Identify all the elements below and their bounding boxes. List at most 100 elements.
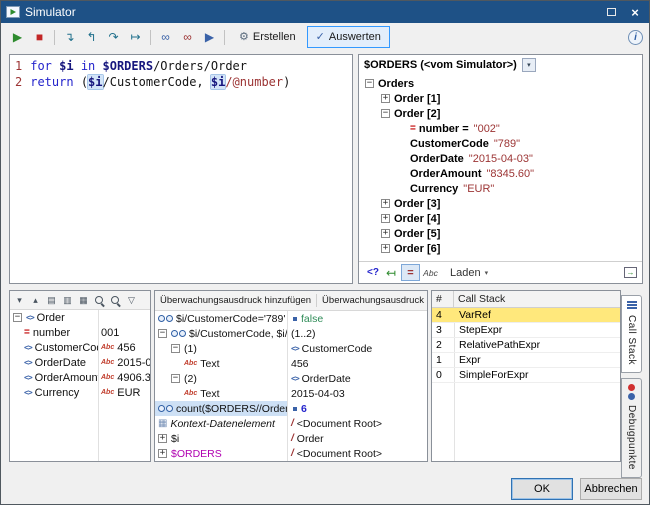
- callstack-row[interactable]: 2RelativePathExpr: [432, 338, 620, 353]
- watch-row[interactable]: +$ORDERS/<Document Root>: [155, 446, 427, 461]
- watch-expression-cell[interactable]: $i/CustomerCode='789': [155, 311, 287, 326]
- code-line[interactable]: 2return ($i/CustomerCode, $i/@number): [15, 74, 347, 90]
- add-watch-button[interactable]: Überwachungsausdruck hinzufügen: [155, 291, 316, 310]
- callstack-row[interactable]: 0SimpleForExpr: [432, 368, 620, 383]
- callstack-row[interactable]: 3StepExpr: [432, 323, 620, 338]
- source-tree-node[interactable]: −Order [2]: [359, 106, 642, 121]
- expander-plus-icon[interactable]: +: [381, 214, 390, 223]
- stop-debugger-button[interactable]: ■: [29, 27, 50, 47]
- source-tree-node[interactable]: +Order [1]: [359, 91, 642, 106]
- tab-debugpunkte[interactable]: Debugpunkte: [621, 378, 642, 478]
- callstack-row[interactable]: 1Expr: [432, 353, 620, 368]
- xml-prolog-button[interactable]: <?: [364, 264, 382, 282]
- column-header-callstack[interactable]: Call Stack: [454, 291, 620, 307]
- watch-expression-cell[interactable]: ▦Kontext-Datenelement: [155, 416, 287, 431]
- callstack-row[interactable]: 4VarRef: [432, 308, 620, 323]
- watch-row[interactable]: −(2)<>OrderDate: [155, 371, 427, 386]
- expander-plus-icon[interactable]: +: [158, 434, 167, 443]
- context-value-cell[interactable]: AbcEUR: [98, 385, 150, 400]
- insert-breakpoint-button[interactable]: ∞: [155, 27, 176, 47]
- context-name-cell[interactable]: <>OrderDate: [10, 355, 98, 370]
- watch-expression-cell[interactable]: AbcText: [155, 386, 287, 401]
- zoom-in-button[interactable]: [92, 293, 107, 308]
- watch-value-cell[interactable]: 456: [287, 356, 427, 371]
- evaluate-step-button[interactable]: ▶: [199, 27, 220, 47]
- context-row[interactable]: <>CustomerCodeAbc456: [10, 340, 150, 355]
- back-mapping-button[interactable]: ↤: [382, 264, 400, 282]
- remove-watch-button[interactable]: Überwachungsausdruck entfernen: [317, 291, 427, 310]
- grid-view-button[interactable]: ▤: [44, 293, 59, 308]
- code-editor[interactable]: 1for $i in $ORDERS/Orders/Order2return (…: [9, 54, 353, 284]
- source-tree-node[interactable]: =number ="002": [359, 121, 642, 136]
- expander-plus-icon[interactable]: +: [381, 199, 390, 208]
- step-out-button[interactable]: ↰: [81, 27, 102, 47]
- expander-minus-icon[interactable]: −: [171, 344, 180, 353]
- maximize-button[interactable]: [602, 4, 620, 20]
- start-debugger-button[interactable]: ▶: [7, 27, 28, 47]
- expander-minus-icon[interactable]: −: [171, 374, 180, 383]
- show-text-toggle[interactable]: Abc: [421, 264, 440, 281]
- filter-button[interactable]: ▽: [124, 293, 139, 308]
- context-name-cell[interactable]: <>OrderAmount: [10, 370, 98, 385]
- watch-value-cell[interactable]: <>OrderDate: [287, 371, 427, 386]
- source-tree-node[interactable]: −Orders: [359, 76, 642, 91]
- source-tree-node[interactable]: CustomerCode"789": [359, 136, 642, 151]
- context-row[interactable]: <>OrderAmountAbc4906.38: [10, 370, 150, 385]
- watch-row[interactable]: −(1)<>CustomerCode: [155, 341, 427, 356]
- context-row[interactable]: −<>Order: [10, 310, 150, 325]
- source-tree-node[interactable]: OrderAmount"8345.60": [359, 166, 642, 181]
- close-button[interactable]: ×: [626, 4, 644, 20]
- watch-row[interactable]: −$i/CustomerCode, $i/OrderDate(1..2): [155, 326, 427, 341]
- source-selector[interactable]: $ORDERS (<vom Simulator>) ▾: [359, 55, 642, 75]
- ok-button[interactable]: OK: [511, 478, 573, 500]
- watch-expression-cell[interactable]: −$i/CustomerCode, $i/OrderDate: [155, 326, 287, 341]
- export-icon[interactable]: [624, 267, 637, 278]
- context-name-cell[interactable]: <>CustomerCode: [10, 340, 98, 355]
- watch-row[interactable]: AbcText2015-04-03: [155, 386, 427, 401]
- watch-value-cell[interactable]: /<Document Root>: [287, 416, 427, 431]
- context-value-cell[interactable]: 001: [98, 325, 150, 340]
- auswerten-button[interactable]: ✓ Auswerten: [307, 26, 390, 48]
- context-value-cell[interactable]: Abc4906.38: [98, 370, 150, 385]
- erstellen-button[interactable]: ⚙ Erstellen: [230, 26, 305, 48]
- title-bar[interactable]: Simulator ×: [1, 1, 649, 23]
- expander-plus-icon[interactable]: +: [381, 244, 390, 253]
- source-tree-node[interactable]: +Order [5]: [359, 226, 642, 241]
- expander-minus-icon[interactable]: −: [158, 329, 167, 338]
- source-selector-dropdown[interactable]: ▾: [522, 58, 536, 72]
- watch-expression-cell[interactable]: +$i: [155, 431, 287, 446]
- expander-minus-icon[interactable]: −: [13, 313, 22, 322]
- watch-value-cell[interactable]: <>CustomerCode: [287, 341, 427, 356]
- source-tree-node[interactable]: +Order [4]: [359, 211, 642, 226]
- laden-button[interactable]: Laden ▾: [450, 267, 488, 279]
- context-name-cell[interactable]: =number: [10, 325, 98, 340]
- context-row[interactable]: <>CurrencyAbcEUR: [10, 385, 150, 400]
- info-icon[interactable]: i: [628, 30, 643, 45]
- watch-value-cell[interactable]: (1..2): [287, 326, 427, 341]
- watch-row[interactable]: +$i/Order: [155, 431, 427, 446]
- step-into-button[interactable]: ↴: [59, 27, 80, 47]
- expander-minus-icon[interactable]: −: [365, 79, 374, 88]
- watch-expression-cell[interactable]: −(1): [155, 341, 287, 356]
- watch-value-cell[interactable]: false: [287, 311, 427, 326]
- expander-plus-icon[interactable]: +: [381, 94, 390, 103]
- expand-all-button[interactable]: ▴: [28, 293, 43, 308]
- watch-expression-cell[interactable]: count($ORDERS//Order): [155, 401, 287, 416]
- context-value-cell[interactable]: [98, 310, 150, 325]
- matrix-view-button[interactable]: ▦: [76, 293, 91, 308]
- column-header-number[interactable]: #: [432, 291, 454, 307]
- show-values-toggle[interactable]: =: [401, 264, 420, 281]
- watch-row[interactable]: ▦Kontext-Datenelement/<Document Root>: [155, 416, 427, 431]
- tab-call-stack[interactable]: Call Stack: [621, 295, 642, 373]
- code-line[interactable]: 1for $i in $ORDERS/Orders/Order: [15, 58, 347, 74]
- collapse-all-button[interactable]: ▾: [12, 293, 27, 308]
- source-tree-node[interactable]: Currency"EUR": [359, 181, 642, 196]
- cancel-button[interactable]: Abbrechen: [580, 478, 642, 500]
- expander-plus-icon[interactable]: +: [381, 229, 390, 238]
- context-value-cell[interactable]: Abc456: [98, 340, 150, 355]
- step-over-button[interactable]: ↷: [103, 27, 124, 47]
- watch-value-cell[interactable]: 2015-04-03: [287, 386, 427, 401]
- watch-value-cell[interactable]: 6: [287, 401, 427, 416]
- context-row[interactable]: <>OrderDateAbc2015-04-03: [10, 355, 150, 370]
- watch-row[interactable]: count($ORDERS//Order)6: [155, 401, 427, 416]
